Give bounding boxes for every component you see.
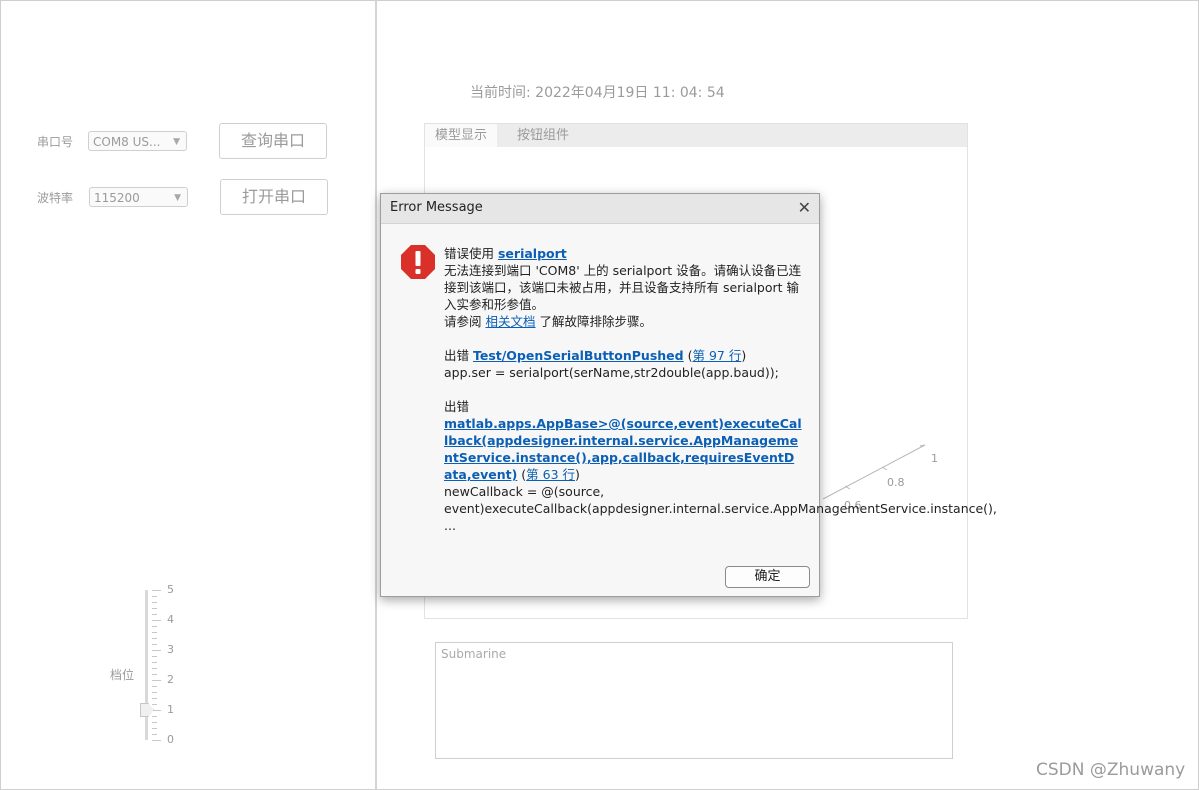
port-dropdown-value: COM8 US... [93,135,161,149]
error-icon [401,245,435,279]
slider-major-tick [152,590,161,591]
err2-line-link[interactable]: 第 63 行 [526,467,575,482]
err1-code: app.ser = serialport(serName,str2double(… [444,365,779,380]
slider-minor-tick [152,668,157,669]
error-heading: 错误使用 serialport [444,245,802,262]
slider-minor-tick [152,692,157,693]
slider-minor-tick [152,602,157,603]
err1-line-link[interactable]: 第 97 行 [692,348,741,363]
submarine-text-area[interactable]: Submarine [435,642,953,759]
slider-major-tick [152,620,161,621]
err2-code: newCallback = @(source, event)executeCal… [444,484,997,533]
close-icon[interactable]: ✕ [798,198,811,217]
slider-tick-label: 3 [167,643,174,656]
see-suffix: 了解故障排除步骤。 [535,314,652,329]
slider-major-tick [152,650,161,651]
error-dialog: Error Message ✕ 错误使用 serialport 无法连接到端口 … [380,193,997,597]
slider-tick-label: 2 [167,673,174,686]
panel-divider [375,0,377,790]
dialog-title: Error Message [390,200,483,215]
slider-track[interactable] [145,590,148,740]
slider-minor-tick [152,698,157,699]
paren: ) [741,348,747,363]
slider-tick-label: 5 [167,583,174,596]
slider-tick-label: 1 [167,703,174,716]
slider-minor-tick [152,662,157,663]
docs-link[interactable]: 相关文档 [485,314,535,329]
gear-label: 档位 [110,668,135,682]
textarea-placeholder: Submarine [441,647,507,661]
chevron-down-icon: ▼ [174,193,181,203]
slider-minor-tick [152,626,157,627]
dialog-title-bar[interactable]: Error Message ✕ [381,194,819,224]
watermark: CSDN @Zhuwany [1036,760,1186,780]
slider-minor-tick [152,632,157,633]
error-body: 无法连接到端口 'COM8' 上的 serialport 设备。请确认设备已连接… [444,263,802,312]
current-time-label: 当前时间: 2022年04月19日 11: 04: 54 [470,85,725,101]
see-docs: 请参阅 相关文档 了解故障排除步骤。 [444,313,802,330]
slider-minor-tick [152,656,157,657]
slider-major-tick [152,680,161,681]
chevron-down-icon: ▼ [173,137,180,147]
baud-label: 波特率 [37,191,74,205]
axis-tick [881,466,888,471]
slider-major-tick [152,740,161,741]
axis-tick-label: 0.8 [887,476,905,489]
port-dropdown[interactable]: COM8 US... ▼ [88,131,187,151]
error-message: 错误使用 serialport 无法连接到端口 'COM8' 上的 serial… [444,245,997,534]
paren: ) [575,467,580,482]
slider-minor-tick [152,644,157,645]
slider-minor-tick [152,608,157,609]
err1-prefix: 出错 [444,348,473,363]
error-location-2: matlab.apps.AppBase>@(source,event)execu… [444,415,802,483]
ok-button[interactable]: 确定 [725,566,810,588]
error-location-1: 出错 Test/OpenSerialButtonPushed (第 97 行) [444,347,802,364]
paren: ( [517,467,527,482]
err2-prefix: 出错 [444,399,470,414]
error-prefix: 错误使用 [444,246,498,261]
slider-minor-tick [152,734,157,735]
slider-minor-tick [152,614,157,615]
err1-function-link[interactable]: Test/OpenSerialButtonPushed [473,348,684,363]
open-port-button[interactable]: 打开串口 [220,179,328,215]
slider-minor-tick [152,716,157,717]
port-label: 串口号 [37,135,74,149]
query-port-button[interactable]: 查询串口 [219,123,327,159]
slider-tick-label: 0 [167,733,174,746]
slider-minor-tick [152,674,157,675]
slider-minor-tick [152,728,157,729]
serialport-link[interactable]: serialport [498,246,567,261]
axis-tick-label: 1 [931,452,938,465]
slider-minor-tick [152,704,157,705]
see-prefix: 请参阅 [444,314,486,329]
slider-minor-tick [152,722,157,723]
axis-line [822,444,926,500]
slider-minor-tick [152,638,157,639]
err2-function-link[interactable]: matlab.apps.AppBase>@(source,event)execu… [444,416,802,482]
slider-tick-label: 4 [167,613,174,626]
baud-dropdown-value: 115200 [94,191,140,205]
slider-minor-tick [152,686,157,687]
slider-minor-tick [152,596,157,597]
baud-dropdown[interactable]: 115200 ▼ [89,187,188,207]
